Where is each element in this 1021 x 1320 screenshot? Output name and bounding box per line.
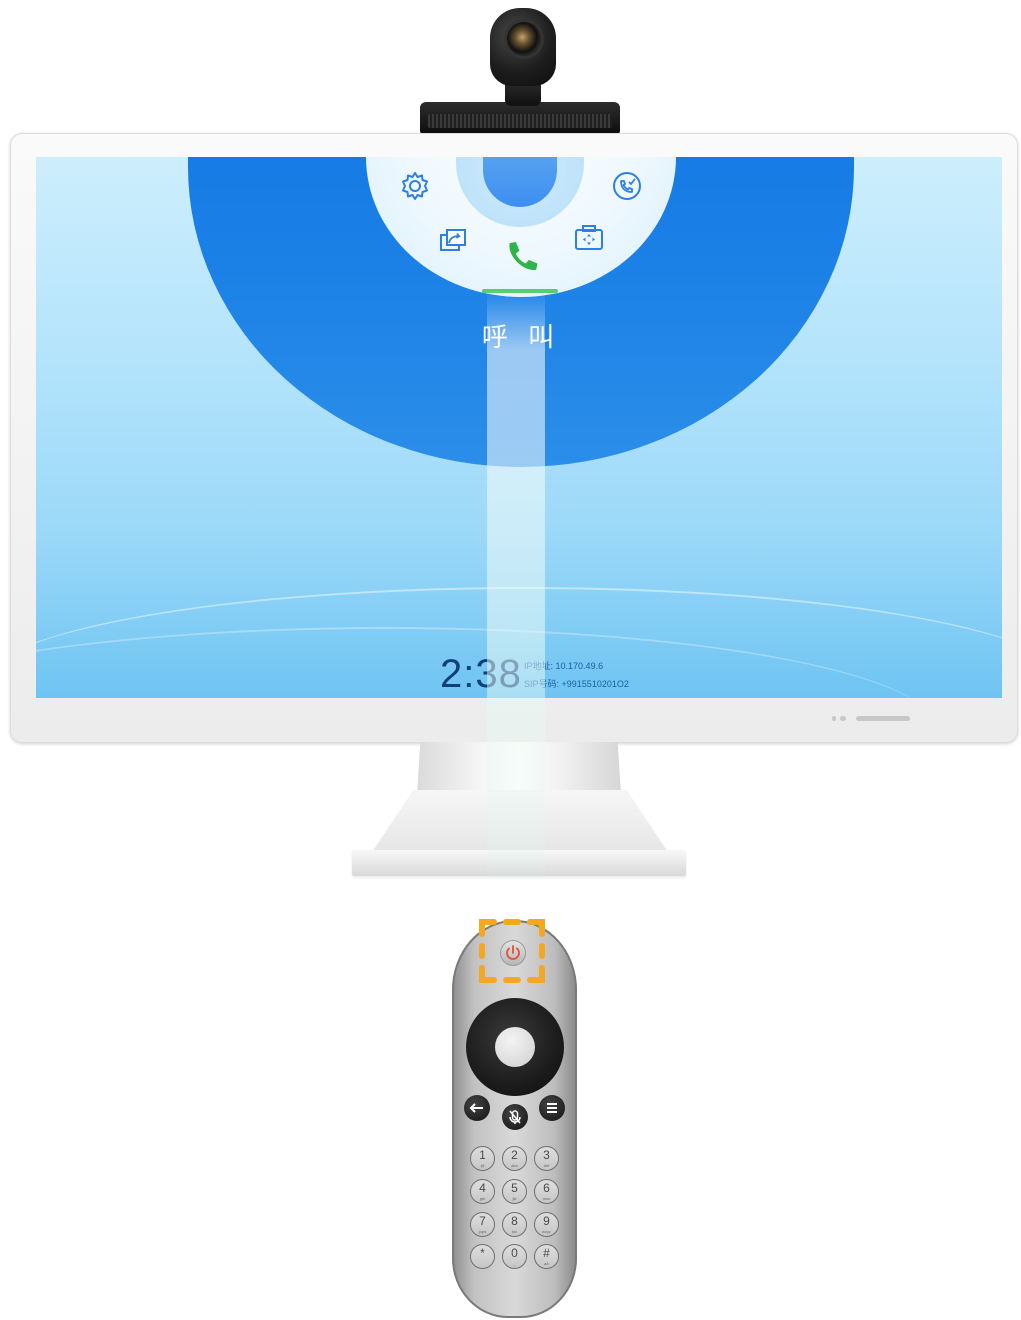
key-letters: ghi xyxy=(479,1196,486,1201)
sip-number-info: SIP号码: +9915510201O2 xyxy=(524,677,629,690)
gear-icon[interactable] xyxy=(398,169,432,203)
key-letters: pqrs xyxy=(478,1229,487,1234)
mute-button[interactable] xyxy=(502,1104,528,1130)
monitor-indicator-lights xyxy=(832,716,912,722)
key-letters: tuv xyxy=(511,1229,518,1234)
camera-base xyxy=(420,102,620,134)
key-letters: mno xyxy=(542,1196,551,1201)
key-6[interactable]: 6 mno xyxy=(534,1179,559,1204)
key-digit: 9 xyxy=(543,1214,550,1228)
monitor-stand-base xyxy=(352,850,686,876)
key-9[interactable]: 9 wxyz xyxy=(534,1212,559,1237)
key-letters: _ xyxy=(513,1261,516,1266)
back-arrow-icon xyxy=(469,1103,483,1113)
key-letters: def xyxy=(543,1163,550,1168)
sip-number-value: +9915510201O2 xyxy=(561,679,629,689)
camera-control-icon[interactable] xyxy=(572,221,606,255)
power-button[interactable] xyxy=(500,940,526,966)
key-digit: 0 xyxy=(511,1246,518,1260)
key-digit: 3 xyxy=(543,1148,550,1162)
key-7[interactable]: 7 pqrs xyxy=(470,1212,495,1237)
key-1[interactable]: 1 @ xyxy=(470,1146,495,1171)
camera-lens-icon xyxy=(507,22,541,56)
ip-address-info: IP地址: 10.170.49.6 xyxy=(524,659,603,672)
key-3[interactable]: 3 def xyxy=(534,1146,559,1171)
key-digit: 6 xyxy=(543,1181,550,1195)
key-0[interactable]: 0 _ xyxy=(502,1244,527,1269)
menu-icon xyxy=(547,1103,557,1113)
ok-button[interactable] xyxy=(495,1027,535,1067)
key-digit: 2 xyxy=(511,1148,518,1162)
key-digit: 5 xyxy=(511,1181,518,1195)
key-letters: @ xyxy=(480,1163,485,1168)
key-letters: wxyz xyxy=(542,1229,551,1234)
key-letters: jkl xyxy=(512,1196,517,1201)
key-digit: # xyxy=(543,1246,550,1260)
menu-button[interactable] xyxy=(539,1095,565,1121)
key-8[interactable]: 8 tuv xyxy=(502,1212,527,1237)
back-button[interactable] xyxy=(464,1095,490,1121)
ip-address-value: 10.170.49.6 xyxy=(555,661,604,671)
key-digit: 4 xyxy=(479,1181,486,1195)
mic-mute-icon xyxy=(509,1110,521,1124)
tv-screen: 呼 叫 2:38 IP地址: 10.170.49.6 SIP号码: +99155… xyxy=(36,157,1002,698)
key-digit: 8 xyxy=(511,1214,518,1228)
key-letters: aA xyxy=(544,1261,549,1266)
monitor-stand-flare xyxy=(372,790,668,852)
key-5[interactable]: 5 jkl xyxy=(502,1179,527,1204)
sip-number-label: SIP号码: xyxy=(524,679,560,689)
key-4[interactable]: 4 ghi xyxy=(470,1179,495,1204)
call-history-icon[interactable] xyxy=(610,169,644,203)
ip-address-label: IP地址: xyxy=(524,661,554,671)
key-hash[interactable]: # aA xyxy=(534,1244,559,1269)
screen-share-icon[interactable] xyxy=(436,225,470,259)
selected-item-underline xyxy=(482,289,558,293)
power-icon xyxy=(506,945,520,960)
key-2[interactable]: 2 abc xyxy=(502,1146,527,1171)
key-star[interactable]: * xyxy=(470,1244,495,1269)
key-digit: * xyxy=(480,1246,485,1260)
key-digit: 1 xyxy=(479,1148,486,1162)
phone-icon[interactable] xyxy=(501,237,543,279)
key-letters: abc xyxy=(511,1163,518,1168)
clock: 2:38 xyxy=(440,652,522,696)
call-menu-label: 呼 叫 xyxy=(481,323,561,353)
key-digit: 7 xyxy=(479,1214,486,1228)
